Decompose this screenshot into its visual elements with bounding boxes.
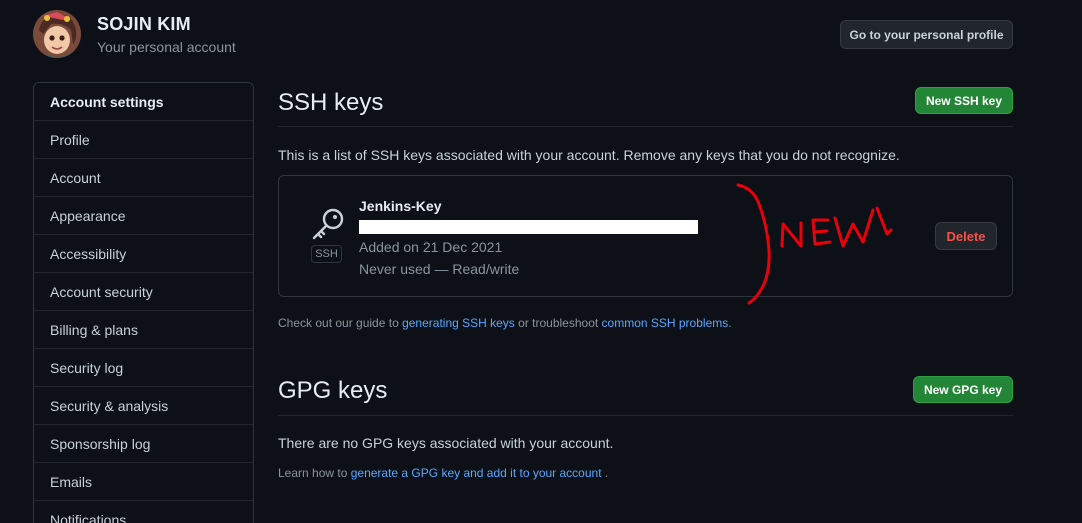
sidebar-item-profile[interactable]: Profile xyxy=(34,121,253,159)
ssh-help-middle: or troubleshoot xyxy=(514,316,602,330)
ssh-key-added-date: Added on 21 Dec 2021 xyxy=(359,239,503,255)
sidebar-item-billing[interactable]: Billing & plans xyxy=(34,311,253,349)
delete-ssh-key-button[interactable]: Delete xyxy=(935,222,997,250)
user-subtitle: Your personal account xyxy=(97,39,236,55)
sidebar-item-notifications[interactable]: Notifications xyxy=(34,501,253,523)
gpg-keys-heading: GPG keys xyxy=(278,377,388,404)
common-ssh-problems-link[interactable]: common SSH problems xyxy=(602,316,729,330)
sidebar-item-sponsorship-log[interactable]: Sponsorship log xyxy=(34,425,253,463)
new-annotation xyxy=(736,183,893,305)
new-ssh-key-button[interactable]: New SSH key xyxy=(915,87,1013,114)
sidebar-item-security-log[interactable]: Security log xyxy=(34,349,253,387)
sidebar-item-security-analysis[interactable]: Security & analysis xyxy=(34,387,253,425)
sidebar-item-accessibility[interactable]: Accessibility xyxy=(34,235,253,273)
settings-page: SOJIN KIM Your personal account Go to yo… xyxy=(0,0,1082,523)
sidebar-header: Account settings xyxy=(34,83,253,121)
generating-ssh-keys-link[interactable]: generating SSH keys xyxy=(402,316,515,330)
avatar[interactable] xyxy=(33,10,81,58)
user-name: SOJIN KIM xyxy=(97,14,191,34)
ssh-key-name: Jenkins-Key xyxy=(359,198,442,214)
ssh-help-text: Check out our guide to generating SSH ke… xyxy=(278,316,732,330)
sidebar-item-account[interactable]: Account xyxy=(34,159,253,197)
ssh-help-suffix: . xyxy=(728,316,732,330)
ssh-key-usage: Never used — Read/write xyxy=(359,261,520,277)
new-gpg-key-button[interactable]: New GPG key xyxy=(913,376,1013,403)
ssh-description: This is a list of SSH keys associated wi… xyxy=(278,147,900,163)
gpg-divider xyxy=(278,415,1013,416)
ssh-keys-heading: SSH keys xyxy=(278,89,384,116)
gpg-help-text: Learn how to generate a GPG key and add … xyxy=(278,466,608,480)
gpg-help-prefix: Learn how to xyxy=(278,466,351,480)
settings-sidebar: Account settings Profile Account Appeara… xyxy=(33,82,254,523)
go-to-profile-button[interactable]: Go to your personal profile xyxy=(840,20,1013,49)
sidebar-item-appearance[interactable]: Appearance xyxy=(34,197,253,235)
ssh-type-label: SSH xyxy=(311,245,342,263)
sidebar-item-emails[interactable]: Emails xyxy=(34,463,253,501)
ssh-key-fingerprint-redacted xyxy=(359,220,698,234)
sidebar-item-account-security[interactable]: Account security xyxy=(34,273,253,311)
gpg-help-suffix: . xyxy=(601,466,609,480)
gpg-description: There are no GPG keys associated with yo… xyxy=(278,435,614,451)
ssh-help-prefix: Check out our guide to xyxy=(278,316,403,330)
generate-gpg-key-link[interactable]: generate a GPG key and add it to your ac… xyxy=(351,466,602,480)
key-icon xyxy=(312,208,344,240)
ssh-divider xyxy=(278,126,1013,127)
